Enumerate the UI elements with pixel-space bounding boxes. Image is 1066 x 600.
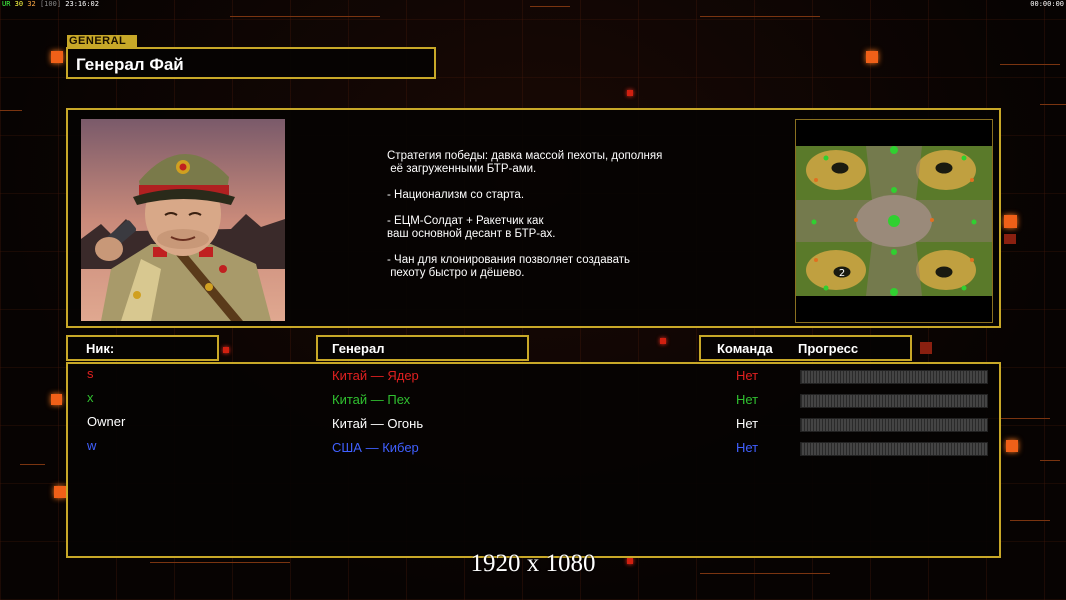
map-preview: 2 <box>795 119 993 323</box>
header-team-progress: Команда Прогресс <box>699 335 912 361</box>
general-portrait <box>81 119 285 321</box>
header-nick: Ник: <box>66 335 219 361</box>
header-general: Генерал <box>316 335 529 361</box>
player-team: Нет <box>736 440 759 455</box>
players-list: s Китай — Ядер Нет x Китай — Пех Нет Owner Кита… <box>66 362 1001 558</box>
general-name: Генерал Фай <box>76 55 184 74</box>
general-info-panel: Стратегия победы: давка массой пехоты, д… <box>66 108 1001 328</box>
player-progress-bar <box>800 394 988 408</box>
player-team: Нет <box>736 392 759 407</box>
player-nick: Owner <box>87 414 126 429</box>
player-general: Китай — Ядер <box>332 368 419 383</box>
player-progress-bar <box>800 442 988 456</box>
player-nick: x <box>87 390 94 405</box>
header-general-label: Генерал <box>332 341 385 356</box>
hud-timer: 00:00:00 <box>1030 0 1064 8</box>
player-row: s Китай — Ядер Нет <box>68 366 999 388</box>
player-team: Нет <box>736 416 759 431</box>
player-row: w США — Кибер Нет <box>68 438 999 460</box>
hud-bracket: [100] <box>39 0 62 8</box>
hud-stats: UR 30 32 [100] 23:16:02 <box>2 0 99 8</box>
player-progress-bar <box>800 370 988 384</box>
player-progress-bar <box>800 418 988 432</box>
player-row: Owner Китай — Огонь Нет <box>68 414 999 436</box>
player-general: Китай — Огонь <box>332 416 424 431</box>
general-description: Стратегия победы: давка массой пехоты, д… <box>387 150 663 279</box>
general-title-box: Генерал Фай <box>66 47 436 79</box>
header-progress-label: Прогресс <box>798 341 859 356</box>
resolution-label: 1920 x 1080 <box>470 550 596 577</box>
player-team: Нет <box>736 368 759 383</box>
player-nick: w <box>87 438 97 453</box>
hud-ur-label: UR <box>2 0 11 8</box>
player-nick: s <box>87 366 94 381</box>
hud-fps-a: 30 <box>14 0 24 8</box>
player-general: Китай — Пех <box>332 392 411 407</box>
hud-fps-b: 32 <box>27 0 36 8</box>
player-row: x Китай — Пех Нет <box>68 390 999 412</box>
map-player-slot: 2 <box>839 268 845 279</box>
hud-clock: 23:16:02 <box>65 0 99 8</box>
header-nick-label: Ник: <box>86 341 115 356</box>
header-team-label: Команда <box>717 341 773 356</box>
player-general: США — Кибер <box>332 440 419 455</box>
